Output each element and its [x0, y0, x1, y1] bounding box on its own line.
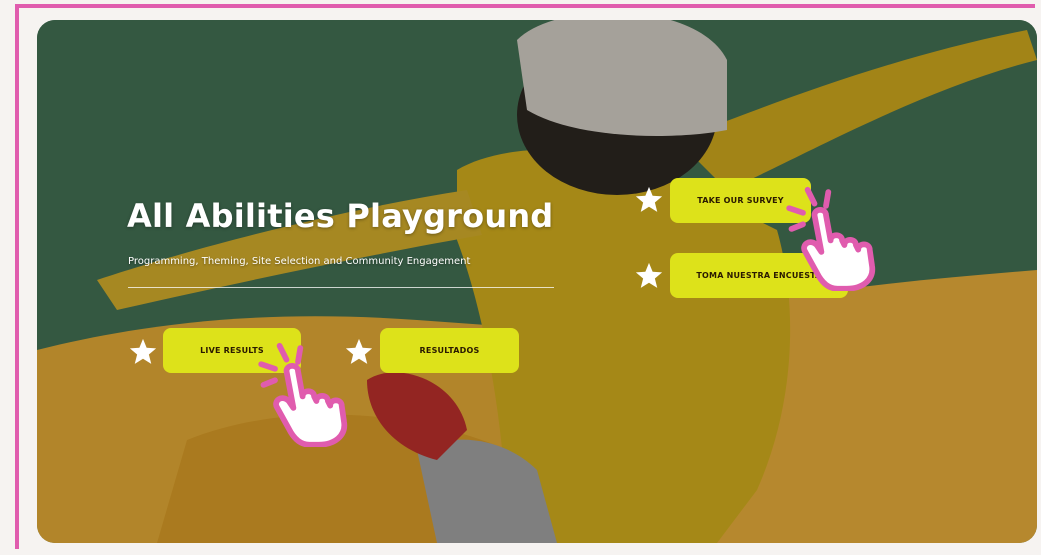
title-divider	[128, 287, 554, 288]
star-icon	[635, 262, 663, 288]
star-icon	[129, 338, 157, 364]
page-subtitle: Programming, Theming, Site Selection and…	[128, 256, 471, 267]
star-icon	[635, 186, 663, 212]
take-survey-button[interactable]: TAKE OUR SURVEY	[670, 178, 811, 223]
star-icon	[345, 338, 373, 364]
page-title: All Abilities Playground	[127, 197, 554, 235]
hero-overlay	[37, 20, 1037, 543]
toma-encuesta-button[interactable]: TOMA NUESTRA ENCUESTA	[670, 253, 848, 298]
live-results-button[interactable]: LIVE RESULTS	[163, 328, 301, 373]
resultados-button[interactable]: RESULTADOS	[380, 328, 519, 373]
hero-banner	[37, 20, 1037, 543]
